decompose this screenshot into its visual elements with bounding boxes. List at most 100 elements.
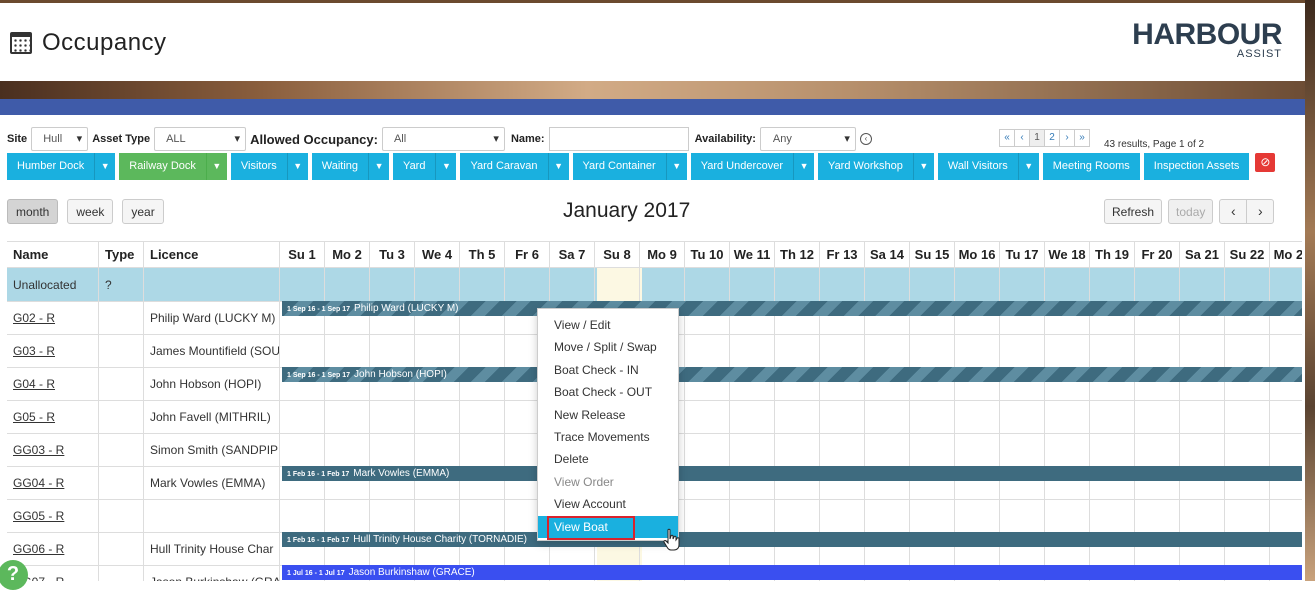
day-header[interactable]: Sa 21 <box>1180 242 1225 268</box>
refresh-button[interactable]: Refresh <box>1104 199 1163 224</box>
view-year-button[interactable]: year <box>122 199 164 224</box>
day-header[interactable]: Mo 2 <box>325 242 370 268</box>
allowed-occupancy-select[interactable]: All <box>381 127 505 151</box>
asset-button-yard[interactable]: Yard ▼ <box>393 153 457 180</box>
column-header-name[interactable]: Name <box>7 242 99 268</box>
caret-down-icon[interactable]: ▼ <box>913 153 934 180</box>
row-name-link[interactable]: G03 - R <box>7 335 99 368</box>
caret-down-icon[interactable]: ▼ <box>548 153 569 180</box>
page-1[interactable]: 1 <box>1029 129 1045 147</box>
day-header[interactable]: Mo 16 <box>955 242 1000 268</box>
day-header[interactable]: Tu 3 <box>370 242 415 268</box>
name-input[interactable] <box>548 127 689 151</box>
day-header[interactable]: Tu 17 <box>1000 242 1045 268</box>
page-last[interactable]: » <box>1074 129 1090 147</box>
booking-bar[interactable]: 1 Sep 16 - 1 Sep 17 John Hobson (HOPI) <box>282 367 1302 382</box>
asset-button-yard-undercover[interactable]: Yard Undercover ▼ <box>690 153 815 180</box>
day-header[interactable]: Su 8 <box>595 242 640 268</box>
asset-button-label[interactable]: Waiting <box>311 153 370 180</box>
asset-button-visitors[interactable]: Visitors ▼ <box>230 153 308 180</box>
asset-button-label[interactable]: Meeting Rooms <box>1042 153 1140 180</box>
day-header[interactable]: Mo 23 <box>1270 242 1302 268</box>
view-month-button[interactable]: month <box>7 199 59 224</box>
booking-bar[interactable]: 1 Feb 16 - 1 Feb 17 Hull Trinity House Ch… <box>282 532 1302 547</box>
row-name-link[interactable]: G04 - R <box>7 368 99 401</box>
day-header[interactable]: We 11 <box>730 242 775 268</box>
day-header[interactable]: Th 12 <box>775 242 820 268</box>
asset-button-label[interactable]: Wall Visitors <box>937 153 1019 180</box>
asset-button-meeting-rooms[interactable]: Meeting Rooms <box>1042 153 1140 180</box>
asset-type-select[interactable]: ALL <box>154 127 247 151</box>
day-header[interactable]: Th 19 <box>1090 242 1135 268</box>
caret-down-icon[interactable]: ▼ <box>1018 153 1039 180</box>
caret-down-icon[interactable]: ▼ <box>206 153 227 180</box>
asset-button-yard-container[interactable]: Yard Container ▼ <box>572 153 687 180</box>
asset-button-label[interactable]: Yard Undercover <box>690 153 795 180</box>
asset-button-label[interactable]: Yard <box>393 153 437 180</box>
day-header[interactable]: Fr 13 <box>820 242 865 268</box>
menu-view-boat[interactable]: View Boat <box>538 515 678 540</box>
asset-button-label[interactable]: Yard Container <box>572 153 667 180</box>
row-name-link[interactable]: GG03 - R <box>7 434 99 467</box>
page-first[interactable]: « <box>999 129 1015 147</box>
day-header[interactable]: Mo 9 <box>640 242 685 268</box>
page-prev[interactable]: ‹ <box>1014 129 1030 147</box>
caret-down-icon[interactable]: ▼ <box>287 153 308 180</box>
menu-trace-movements[interactable]: Trace Movements <box>538 426 678 448</box>
asset-button-wall-visitors[interactable]: Wall Visitors ▼ <box>937 153 1039 180</box>
menu-new-release[interactable]: New Release <box>538 404 678 426</box>
menu-delete[interactable]: Delete <box>538 448 678 470</box>
reset-filter-icon[interactable]: ‹ <box>859 133 872 145</box>
caret-down-icon[interactable]: ▼ <box>436 153 457 180</box>
day-header[interactable]: Su 15 <box>910 242 955 268</box>
booking-bar[interactable]: 1 Feb 16 - 1 Feb 17 Mark Vowles (EMMA) <box>282 466 1302 481</box>
asset-button-label[interactable]: Yard Caravan <box>460 153 549 180</box>
day-header[interactable]: Tu 10 <box>685 242 730 268</box>
asset-button-label[interactable]: Visitors <box>230 153 288 180</box>
day-header[interactable]: We 18 <box>1045 242 1090 268</box>
asset-button-label[interactable]: Humber Dock <box>7 153 96 180</box>
caret-down-icon[interactable]: ▼ <box>794 153 815 180</box>
next-arrow-icon[interactable]: › <box>1246 199 1275 224</box>
asset-button-yard-workshop[interactable]: Yard Workshop ▼ <box>818 153 934 180</box>
menu-view-order[interactable]: View Order <box>538 471 678 493</box>
page-2[interactable]: 2 <box>1044 129 1060 147</box>
asset-button-label[interactable]: Railway Dock <box>119 153 207 180</box>
caret-down-icon[interactable]: ▼ <box>369 153 390 180</box>
menu-view-edit[interactable]: View / Edit <box>538 314 678 336</box>
harbour-assist-logo[interactable]: HARBOUR ASSIST <box>1132 20 1282 60</box>
view-week-button[interactable]: week <box>67 199 114 224</box>
page-next[interactable]: › <box>1059 129 1075 147</box>
column-header-licence[interactable]: Licence <box>144 242 280 268</box>
day-header[interactable]: Sa 7 <box>550 242 595 268</box>
day-header[interactable]: Fr 20 <box>1135 242 1180 268</box>
day-header[interactable]: We 4 <box>415 242 460 268</box>
caret-down-icon[interactable]: ▼ <box>666 153 687 180</box>
menu-view-account[interactable]: View Account <box>538 493 678 515</box>
today-button[interactable]: today <box>1168 199 1214 224</box>
row-name-link[interactable]: GG04 - R <box>7 467 99 500</box>
day-header[interactable]: Th 5 <box>460 242 505 268</box>
caret-down-icon[interactable]: ▼ <box>95 153 116 180</box>
row-name-link[interactable]: G05 - R <box>7 401 99 434</box>
site-select[interactable]: Hull <box>31 127 89 151</box>
day-header[interactable]: Su 22 <box>1225 242 1270 268</box>
asset-button-label[interactable]: Yard Workshop <box>818 153 914 180</box>
asset-button-yard-caravan[interactable]: Yard Caravan ▼ <box>460 153 569 180</box>
menu-boat-check-in[interactable]: Boat Check - IN <box>538 359 678 381</box>
availability-select[interactable]: Any <box>759 127 856 151</box>
day-header[interactable]: Sa 14 <box>865 242 910 268</box>
menu-move-split-swap[interactable]: Move / Split / Swap <box>538 336 678 358</box>
menu-boat-check-out[interactable]: Boat Check - OUT <box>538 381 678 403</box>
asset-button-waiting[interactable]: Waiting ▼ <box>311 153 390 180</box>
help-button[interactable]: ? <box>0 560 28 590</box>
day-header[interactable]: Fr 6 <box>505 242 550 268</box>
clear-filter-icon[interactable]: ⊘ <box>1255 153 1276 172</box>
prev-arrow-icon[interactable]: ‹ <box>1219 199 1248 224</box>
column-header-type[interactable]: Type <box>99 242 144 268</box>
asset-button-humber-dock[interactable]: Humber Dock ▼ <box>7 153 116 180</box>
row-name-link[interactable]: G02 - R <box>7 302 99 335</box>
row-name-link[interactable]: GG06 - R <box>7 533 99 566</box>
asset-button-label[interactable]: Inspection Assets <box>1143 153 1250 180</box>
asset-button-inspection-assets[interactable]: Inspection Assets <box>1143 153 1250 180</box>
